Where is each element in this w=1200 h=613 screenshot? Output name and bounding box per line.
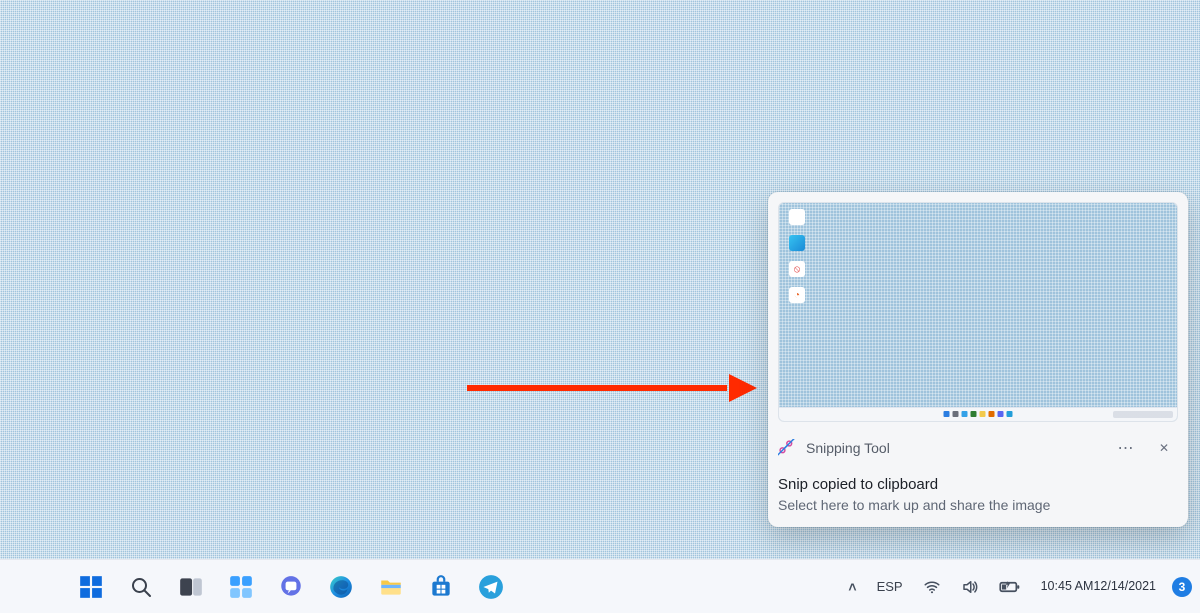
- edge-icon: [328, 574, 354, 600]
- telegram-icon: [478, 574, 504, 600]
- notification-title: Snip copied to clipboard: [778, 476, 1178, 493]
- notification-close-button[interactable]: ✕: [1150, 434, 1178, 462]
- close-icon: ✕: [1159, 441, 1169, 455]
- snip-preview-thumbnail[interactable]: ⦸ ◔: [778, 202, 1178, 422]
- clock-date: 12/14/2021: [1093, 579, 1156, 593]
- notification-menu-button[interactable]: ⋯: [1112, 434, 1140, 462]
- chat-icon: [278, 574, 304, 600]
- tray-expand-button[interactable]: ˄: [844, 566, 860, 608]
- windows-logo-icon: [78, 574, 104, 600]
- task-view-icon: [178, 574, 204, 600]
- microsoft-store-button[interactable]: [420, 566, 462, 608]
- taskbar-app-area: [70, 566, 512, 608]
- snipping-tool-notification[interactable]: ⦸ ◔: [768, 192, 1188, 527]
- file-explorer-button[interactable]: [370, 566, 412, 608]
- language-indicator[interactable]: ESP: [873, 566, 907, 608]
- preview-taskbar: [779, 407, 1177, 421]
- wifi-button[interactable]: [919, 566, 945, 608]
- taskbar: ˄ ESP 10:: [0, 559, 1200, 613]
- edge-button[interactable]: [320, 566, 362, 608]
- notification-app-name: Snipping Tool: [806, 440, 1102, 456]
- search-icon: [129, 575, 153, 599]
- chat-button[interactable]: [270, 566, 312, 608]
- ellipsis-icon: ⋯: [1118, 438, 1135, 458]
- search-button[interactable]: [120, 566, 162, 608]
- battery-button[interactable]: [995, 566, 1025, 608]
- folder-icon: [378, 574, 404, 600]
- chevron-up-icon: ˄: [848, 579, 856, 595]
- notification-subtitle: Select here to mark up and share the ima…: [778, 497, 1178, 513]
- telegram-button[interactable]: [470, 566, 512, 608]
- volume-button[interactable]: [957, 566, 983, 608]
- clock-button[interactable]: 10:45 AM 12/14/2021: [1037, 566, 1160, 608]
- store-icon: [428, 574, 454, 600]
- start-button[interactable]: [70, 566, 112, 608]
- speaker-icon: [961, 578, 979, 596]
- preview-desktop-icons: ⦸ ◔: [789, 209, 805, 303]
- clock-time: 10:45 AM: [1041, 579, 1094, 593]
- snipping-tool-icon: [778, 439, 796, 457]
- system-tray: ˄ ESP 10:: [844, 560, 1192, 613]
- widgets-icon: [228, 574, 254, 600]
- task-view-button[interactable]: [170, 566, 212, 608]
- widgets-button[interactable]: [220, 566, 262, 608]
- wifi-icon: [923, 578, 941, 596]
- notification-count-badge[interactable]: 3: [1172, 577, 1192, 597]
- battery-charging-icon: [999, 578, 1021, 596]
